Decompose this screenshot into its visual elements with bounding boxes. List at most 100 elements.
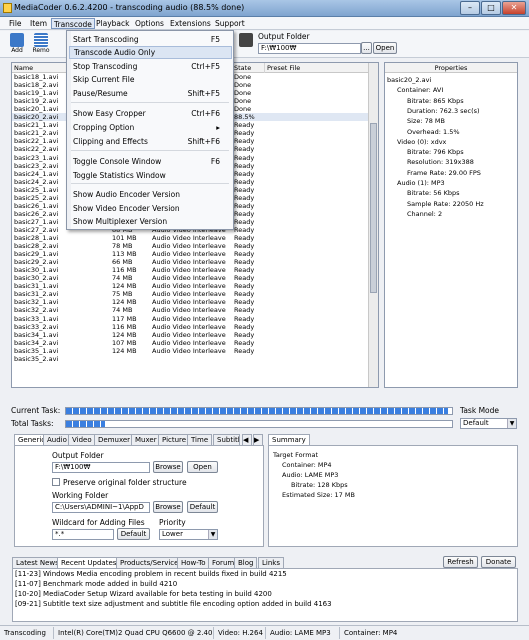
scrollbar-thumb[interactable] xyxy=(370,123,377,293)
toolbar-button[interactable] xyxy=(235,32,257,56)
menu-item-transcode-audio-only[interactable]: Transcode Audio Only xyxy=(69,46,232,59)
tab-scroll-left-icon[interactable]: ◀ xyxy=(242,434,252,445)
news-item[interactable]: [10-20] MediaCoder Setup Wizard availabl… xyxy=(13,589,517,599)
menu-item-pause-resume[interactable]: Pause/Resume Shift+F5 xyxy=(69,87,232,100)
add-button[interactable]: Add xyxy=(6,32,28,56)
menu-item-cropping-option[interactable]: Cropping Option ▸ xyxy=(69,121,232,134)
table-row[interactable]: basic35_1.avi 124 MB Audio Video Interleav… xyxy=(12,347,369,355)
table-row[interactable]: basic29_2.avi 66 MB Audio Video Interleave… xyxy=(12,258,369,266)
working-browse-button[interactable]: Browse xyxy=(153,501,183,513)
working-folder-field[interactable]: C:\Users\ADMINI~1\AppD xyxy=(52,502,150,513)
donate-button[interactable]: Donate xyxy=(481,556,516,568)
cell-name: basic34_1.avi xyxy=(14,330,59,339)
menu-transcode[interactable]: Transcode xyxy=(51,18,95,29)
column-preset[interactable]: Preset File xyxy=(265,63,369,73)
property-item[interactable]: Bitrate: 56 Kbps xyxy=(407,188,460,198)
generic-open-button[interactable]: Open xyxy=(187,461,218,473)
menu-item-toggle-console-window[interactable]: Toggle Console Window F6 xyxy=(69,155,232,168)
maximize-button[interactable]: □ xyxy=(481,1,501,15)
menu-playback[interactable]: Playback xyxy=(94,18,131,29)
menu-item-show-easy-cropper[interactable]: Show Easy Cropper Ctrl+F6 xyxy=(69,107,232,120)
tab-time[interactable]: Time xyxy=(187,434,213,445)
table-row[interactable]: basic33_1.avi 117 MB Audio Video Interleav… xyxy=(12,315,369,323)
table-row[interactable]: basic31_1.avi 124 MB Audio Video Interleav… xyxy=(12,282,369,290)
table-row[interactable]: basic35_2.avi xyxy=(12,355,369,363)
property-item[interactable]: Overhead: 1.5% xyxy=(407,127,460,137)
menu-item-stop-transcoding[interactable]: Stop Transcoding Ctrl+F5 xyxy=(69,60,232,73)
remove-button[interactable]: Remo xyxy=(30,32,52,56)
tab-products-services[interactable]: Products/Services xyxy=(116,557,187,568)
wildcard-default-button[interactable]: Default xyxy=(117,528,150,540)
output-open-button[interactable]: Open xyxy=(373,42,397,54)
menu-file[interactable]: File xyxy=(7,18,24,29)
property-item[interactable]: Bitrate: 865 Kbps xyxy=(407,96,464,106)
tab-muxer[interactable]: Muxer xyxy=(131,434,161,445)
menu-item-show-multiplexer-version[interactable]: Show Multiplexer Version xyxy=(69,215,232,228)
cell-state: Ready xyxy=(234,193,255,202)
tab-picture[interactable]: Picture xyxy=(158,434,191,445)
table-row[interactable]: basic30_2.avi 74 MB Audio Video Interleave… xyxy=(12,274,369,282)
table-row[interactable]: basic32_1.avi 124 MB Audio Video Interleav… xyxy=(12,298,369,306)
news-item[interactable]: [09-21] Subtitle text size adjustment an… xyxy=(13,599,517,609)
property-item[interactable]: Size: 78 MB xyxy=(407,116,445,126)
menu-options[interactable]: Options xyxy=(133,18,166,29)
wildcard-field[interactable]: *.* xyxy=(52,529,114,540)
generic-output-folder-field[interactable]: F:\₩100₩ xyxy=(52,462,150,473)
menu-item-clipping-and-effects[interactable]: Clipping and Effects Shift+F6 xyxy=(69,135,232,148)
minimize-button[interactable]: – xyxy=(460,1,480,15)
tab-how-to[interactable]: How-To xyxy=(177,557,210,568)
table-row[interactable]: basic32_2.avi 74 MB Audio Video Interleave… xyxy=(12,306,369,314)
property-item[interactable]: basic20_2.avi xyxy=(387,75,431,85)
table-row[interactable]: basic29_1.avi 113 MB Audio Video Interleav… xyxy=(12,250,369,258)
table-row[interactable]: basic31_2.avi 75 MB Audio Video Interleave… xyxy=(12,290,369,298)
property-item[interactable]: Channel: 2 xyxy=(407,209,442,219)
generic-browse-button[interactable]: Browse xyxy=(153,461,183,473)
file-list-scrollbar[interactable] xyxy=(368,63,378,387)
cell-size: 74 MB xyxy=(112,306,133,315)
cell-state: Ready xyxy=(234,145,255,154)
menu-support[interactable]: Support xyxy=(213,18,247,29)
property-item[interactable]: Audio (1): MP3 xyxy=(397,178,445,188)
tab-blog[interactable]: Blog xyxy=(234,557,258,568)
working-default-button[interactable]: Default xyxy=(187,501,218,513)
table-row[interactable]: basic33_2.avi 116 MB Audio Video Interleav… xyxy=(12,323,369,331)
priority-select[interactable]: Lower ▼ xyxy=(159,529,218,540)
property-item[interactable]: Resolution: 319x388 xyxy=(407,157,474,167)
property-item[interactable]: Container: AVI xyxy=(397,85,443,95)
refresh-button[interactable]: Refresh xyxy=(443,556,478,568)
menu-item-start-transcoding[interactable]: Start Transcoding F5 xyxy=(69,33,232,46)
tab-video[interactable]: Video xyxy=(68,434,96,445)
property-item[interactable]: Frame Rate: 29.00 FPS xyxy=(407,168,481,178)
menu-extensions[interactable]: Extensions xyxy=(168,18,213,29)
menu-item-show-audio-encoder-version[interactable]: Show Audio Encoder Version xyxy=(69,188,232,201)
tab-scroll-right-icon[interactable]: ▶ xyxy=(253,434,263,445)
menu-item[interactable]: Item xyxy=(28,18,49,29)
column-state[interactable]: State xyxy=(232,63,265,73)
cell-state: Ready xyxy=(234,274,255,283)
tab-subtitle[interactable]: Subtitle xyxy=(213,434,240,445)
menu-item-skip-current-file[interactable]: Skip Current File xyxy=(69,73,232,86)
property-item[interactable]: Duration: 762.3 sec(s) xyxy=(407,106,480,116)
table-row[interactable]: basic28_2.avi 78 MB Audio Video Interleave… xyxy=(12,242,369,250)
menu-item-show-video-encoder-version[interactable]: Show Video Encoder Version xyxy=(69,202,232,215)
output-folder-field[interactable]: F:\₩100₩ xyxy=(258,43,361,54)
news-item[interactable]: [11-23] Windows Media encoding problem i… xyxy=(13,569,517,579)
news-item[interactable]: [11-07] Benchmark mode added in build 42… xyxy=(13,579,517,589)
preserve-structure-checkbox[interactable] xyxy=(52,478,60,486)
property-item[interactable]: Video (0): xdvx xyxy=(397,137,446,147)
cell-state: Done xyxy=(234,89,252,98)
table-row[interactable]: basic34_2.avi 107 MB Audio Video Interleav… xyxy=(12,339,369,347)
tab-latest-news[interactable]: Latest News xyxy=(12,557,63,568)
table-row[interactable]: basic30_1.avi 116 MB Audio Video Interleav… xyxy=(12,266,369,274)
close-button[interactable]: ✕ xyxy=(502,1,526,15)
tab-audio[interactable]: Audio xyxy=(43,434,71,445)
property-item[interactable]: Sample Rate: 22050 Hz xyxy=(407,199,484,209)
tab-demuxer[interactable]: Demuxer xyxy=(94,434,135,445)
table-row[interactable]: basic28_1.avi 101 MB Audio Video Interleav… xyxy=(12,234,369,242)
tab-links[interactable]: Links xyxy=(258,557,284,568)
output-browse-button[interactable]: ... xyxy=(361,42,372,54)
task-mode-select[interactable]: Default ▼ xyxy=(460,418,517,429)
property-item[interactable]: Bitrate: 796 Kbps xyxy=(407,147,464,157)
table-row[interactable]: basic34_1.avi 124 MB Audio Video Interleav… xyxy=(12,331,369,339)
menu-item-toggle-statistics-window[interactable]: Toggle Statistics Window xyxy=(69,169,232,182)
